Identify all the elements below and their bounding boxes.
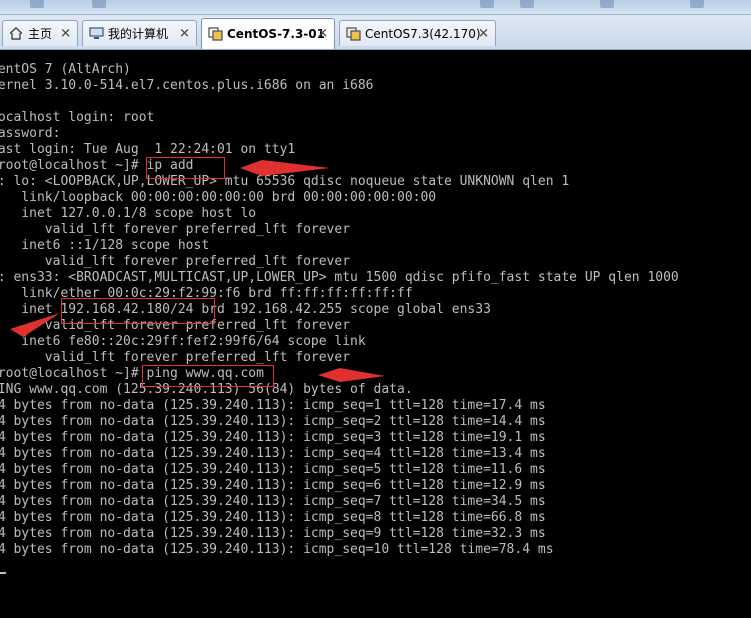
console-line: inet6 fe80::20c:29ff:fef2:99f6/64 scope … <box>0 334 366 349</box>
toolbar-icon[interactable] <box>690 0 704 8</box>
vm-icon <box>345 26 361 41</box>
console-line: valid_lft forever preferred_lft forever <box>0 350 351 365</box>
tab-home[interactable]: 主页 ✕ <box>2 20 78 46</box>
console-line: Password: <box>0 126 61 141</box>
console-line: 2: ens33: <BROADCAST,MULTICAST,UP,LOWER_… <box>0 270 679 285</box>
close-icon[interactable]: ✕ <box>60 26 71 41</box>
console-line: inet6 ::1/128 scope host <box>0 238 210 253</box>
console-line: valid_lft forever preferred_lft forever <box>0 254 351 269</box>
console-line: valid_lft forever preferred_lft forever <box>0 222 351 237</box>
console-line: Kernel 3.10.0-514.el7.centos.plus.i686 o… <box>0 78 374 93</box>
console-line: 64 bytes from no-data (125.39.240.113): … <box>0 478 546 493</box>
toolbar-icon[interactable] <box>600 0 614 8</box>
tab-my-computer[interactable]: 我的计算机 ✕ <box>82 20 197 46</box>
vm-icon <box>207 27 223 41</box>
console-line: 64 bytes from no-data (125.39.240.113): … <box>0 494 546 509</box>
console-line: 64 bytes from no-data (125.39.240.113): … <box>0 542 554 557</box>
text-cursor <box>0 572 6 574</box>
console-line: 1: lo: <LOOPBACK,UP,LOWER_UP> mtu 65536 … <box>0 174 570 189</box>
home-icon <box>8 27 24 41</box>
tab-label: CentOS7.3(42.170) <box>365 26 481 41</box>
highlight-box-ip-add <box>146 157 225 179</box>
console-line: 64 bytes from no-data (125.39.240.113): … <box>0 430 546 445</box>
console-line: 64 bytes from no-data (125.39.240.113): … <box>0 446 546 461</box>
console-line: 64 bytes from no-data (125.39.240.113): … <box>0 398 546 413</box>
console-line: PING www.qq.com (125.39.240.113) 56(84) … <box>0 382 413 397</box>
console-line: 64 bytes from no-data (125.39.240.113): … <box>0 510 546 525</box>
toolbar-icon[interactable] <box>92 0 106 8</box>
tab-centos7-3-42-170[interactable]: CentOS7.3(42.170) ✕ <box>339 20 496 46</box>
console-line: 64 bytes from no-data (125.39.240.113): … <box>0 462 546 477</box>
console-line: link/loopback 00:00:00:00:00:00 brd 00:0… <box>0 190 437 205</box>
console-line: Last login: Tue Aug 1 22:24:01 on tty1 <box>0 142 296 157</box>
console-line: 64 bytes from no-data (125.39.240.113): … <box>0 414 546 429</box>
tab-centos-7-3-01[interactable]: CentOS-7.3-01 ✕ <box>201 18 335 49</box>
close-icon[interactable]: ✕ <box>478 26 489 41</box>
tab-label: 我的计算机 <box>108 27 169 41</box>
toolbar-strip <box>0 0 751 15</box>
console-line: [root@localhost ~]# ip add <box>0 158 194 173</box>
console-line: CentOS 7 (AltArch) <box>0 62 131 77</box>
tab-label: 主页 <box>28 27 53 41</box>
console-line: inet 127.0.0.1/8 scope host lo <box>0 206 257 221</box>
tab-label: CentOS-7.3-01 <box>227 27 325 41</box>
close-icon[interactable]: ✕ <box>179 26 190 41</box>
toolbar-icon[interactable] <box>480 0 494 8</box>
highlight-box-ping <box>142 365 274 387</box>
vm-console[interactable]: CentOS 7 (AltArch) Kernel 3.10.0-514.el7.… <box>0 50 751 618</box>
console-line: 64 bytes from no-data (125.39.240.113): … <box>0 526 546 541</box>
console-line: [root@localhost ~]# ping www.qq.com <box>0 366 264 381</box>
close-icon[interactable]: ✕ <box>317 27 328 42</box>
computer-icon <box>88 27 104 41</box>
console-line: localhost login: root <box>0 110 155 125</box>
highlight-box-inet-address <box>61 298 215 324</box>
tab-bar: 主页 ✕ 我的计算机 ✕ CentOS-7.3-01 ✕ CentOS7.3(4… <box>0 15 751 50</box>
toolbar-icon[interactable] <box>30 0 44 8</box>
toolbar-icon[interactable] <box>520 0 534 8</box>
